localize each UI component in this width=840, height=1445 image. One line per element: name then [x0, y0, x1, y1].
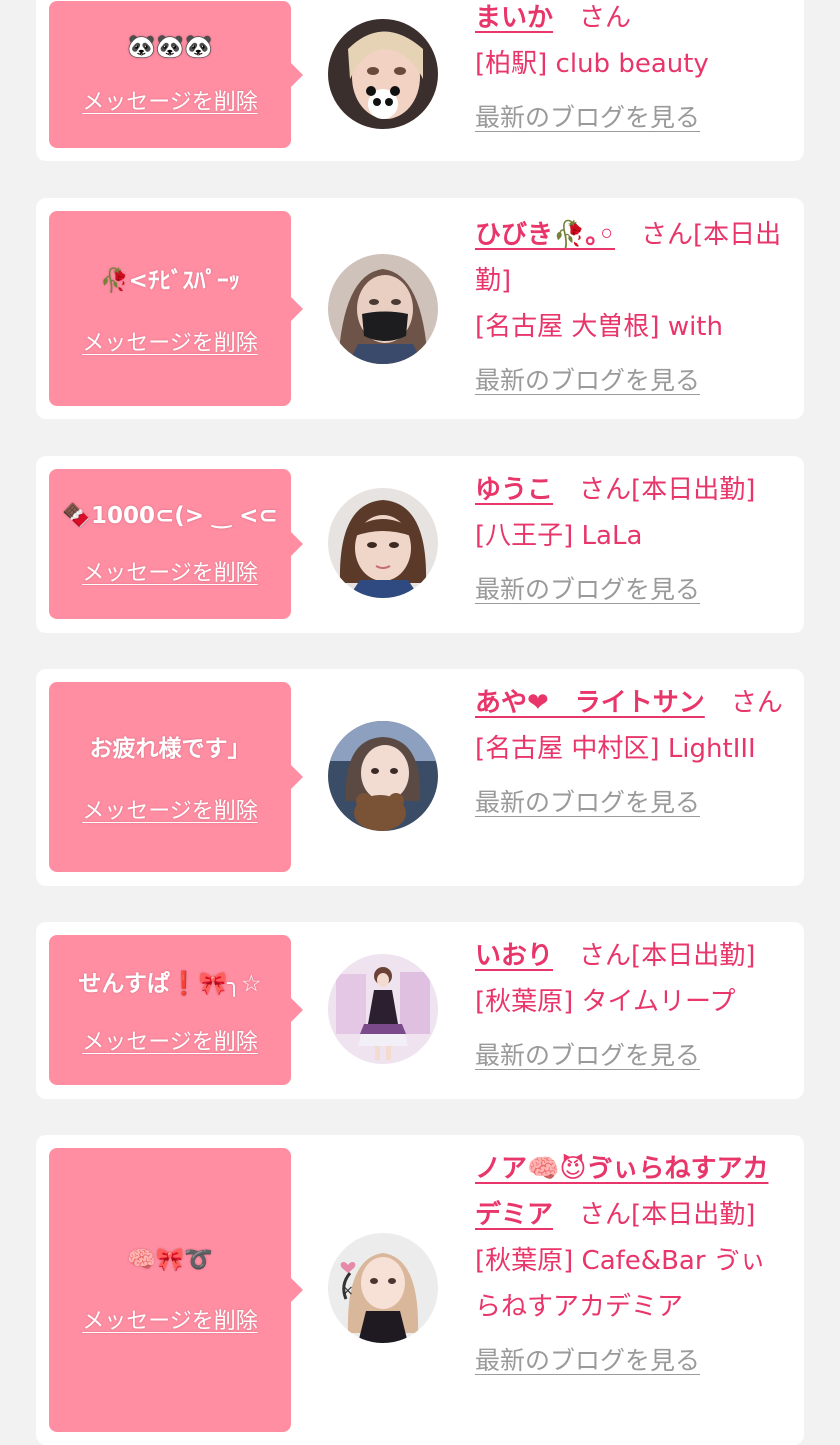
message-bubble: せんすぱ❗️🎀╮☆ メッセージを削除	[49, 935, 303, 1085]
shop-label: [秋葉原] Cafe&Bar ゔぃらねすアカデミア	[475, 1246, 766, 1322]
avatar[interactable]	[328, 254, 438, 364]
message-text: 🧠🎀➰	[127, 1246, 213, 1273]
message-card: 🐼🐼🐼 メッセージを削除 まいか さん [柏駅] club beauty 最新の…	[36, 0, 804, 161]
message-bubble: 🥀<ﾁﾋﾞｽﾊﾟｰｯ メッセージを削除	[49, 211, 303, 406]
honorific: さん	[579, 1200, 632, 1230]
message-card: 🧠🎀➰ メッセージを削除 × ノア🧠😈ゔぃらねすアカデミア さん[本日出勤] […	[36, 1135, 804, 1445]
cast-name-link[interactable]: あや❤︎ ライトサン	[475, 688, 705, 718]
svg-text:×: ×	[342, 1283, 354, 1299]
message-bubble: 🍫1000⊂(> ‿ <⊂ メッセージを削除	[49, 469, 303, 619]
latest-blog-link[interactable]: 最新のブログを見る	[475, 358, 700, 404]
cast-info: ひびき🥀｡◦ さん[本日出勤] [名古屋 大曽根] with 最新のブログを見る	[475, 212, 787, 404]
latest-blog-link[interactable]: 最新のブログを見る	[475, 780, 700, 826]
cast-info: あや❤︎ ライトサン さん [名古屋 中村区] LightIII 最新のブログを…	[475, 680, 787, 826]
latest-blog-link[interactable]: 最新のブログを見る	[475, 1033, 700, 1079]
avatar[interactable]: ×	[328, 1233, 438, 1343]
delete-message-link[interactable]: メッセージを削除	[82, 1024, 258, 1056]
delete-message-link[interactable]: メッセージを削除	[82, 84, 258, 116]
avatar[interactable]	[328, 721, 438, 831]
avatar[interactable]	[328, 488, 438, 598]
shop-label: [秋葉原] タイムリープ	[475, 987, 736, 1017]
status-label: [本日出勤]	[631, 475, 756, 505]
status-label: [本日出勤]	[631, 941, 756, 971]
avatar[interactable]	[328, 954, 438, 1064]
message-text: せんすぱ❗️🎀╮☆	[78, 971, 262, 997]
honorific: さん	[730, 688, 783, 718]
honorific: さん	[579, 3, 632, 33]
cast-name-link[interactable]: いおり	[475, 941, 553, 971]
shop-label: [名古屋 大曽根] with	[475, 312, 723, 342]
cast-info: まいか さん [柏駅] club beauty 最新のブログを見る	[475, 0, 787, 141]
message-card: 🥀<ﾁﾋﾞｽﾊﾟｰｯ メッセージを削除 ひびき🥀｡◦ さん[本日出勤] [名古屋…	[36, 198, 804, 419]
message-card: せんすぱ❗️🎀╮☆ メッセージを削除 いおり さん[本日出勤] [秋葉原] タイ…	[36, 922, 804, 1099]
shop-label: [八王子] LaLa	[475, 521, 643, 551]
message-bubble: 🐼🐼🐼 メッセージを削除	[49, 1, 303, 148]
cast-info: ノア🧠😈ゔぃらねすアカデミア さん[本日出勤] [秋葉原] Cafe&Bar ゔ…	[475, 1146, 787, 1384]
avatar[interactable]	[328, 19, 438, 129]
message-card: 🍫1000⊂(> ‿ <⊂ メッセージを削除 ゆうこ さん[本日出勤] [八王子…	[36, 456, 804, 633]
honorific: さん	[579, 941, 632, 971]
cast-name-link[interactable]: まいか	[475, 3, 553, 33]
cast-name-link[interactable]: ひびき🥀｡◦	[475, 220, 615, 250]
honorific: さん	[579, 475, 632, 505]
delete-message-link[interactable]: メッセージを削除	[82, 325, 258, 357]
message-text: 🥀<ﾁﾋﾞｽﾊﾟｰｯ	[100, 267, 240, 294]
message-card: お疲れ様です」 メッセージを削除 あや❤︎ ライトサン さん [名古屋 中村区]…	[36, 669, 804, 886]
delete-message-link[interactable]: メッセージを削除	[82, 793, 258, 825]
message-text: 🐼🐼🐼	[127, 34, 213, 60]
status-label: [本日出勤]	[631, 1200, 756, 1230]
shop-label: [名古屋 中村区] LightIII	[475, 734, 756, 764]
cast-info: ゆうこ さん[本日出勤] [八王子] LaLa 最新のブログを見る	[475, 467, 787, 613]
message-text: お疲れ様です」	[89, 736, 251, 762]
latest-blog-link[interactable]: 最新のブログを見る	[475, 1338, 700, 1384]
message-bubble: 🧠🎀➰ メッセージを削除	[49, 1148, 303, 1432]
delete-message-link[interactable]: メッセージを削除	[82, 1303, 258, 1335]
latest-blog-link[interactable]: 最新のブログを見る	[475, 567, 700, 613]
shop-label: [柏駅] club beauty	[475, 49, 709, 79]
message-text: 🍫1000⊂(> ‿ <⊂	[62, 502, 278, 529]
cast-name-link[interactable]: ゆうこ	[475, 475, 553, 505]
delete-message-link[interactable]: メッセージを削除	[82, 555, 258, 587]
honorific: さん	[641, 220, 694, 250]
latest-blog-link[interactable]: 最新のブログを見る	[475, 95, 700, 141]
message-bubble: お疲れ様です」 メッセージを削除	[49, 682, 303, 872]
cast-info: いおり さん[本日出勤] [秋葉原] タイムリープ 最新のブログを見る	[475, 933, 787, 1079]
